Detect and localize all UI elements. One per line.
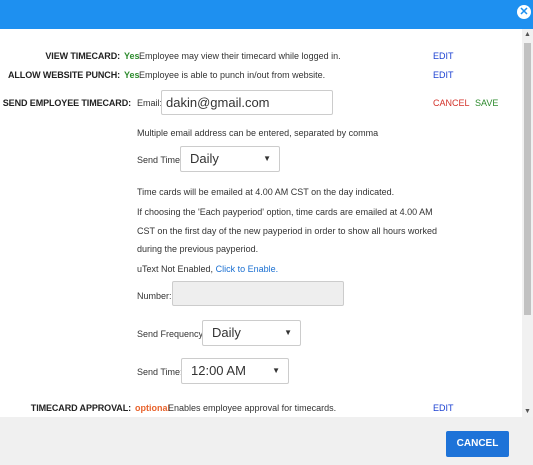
chevron-down-icon: ▼ bbox=[263, 154, 271, 163]
info-line-4: during the previous payperiod. bbox=[137, 244, 259, 254]
view-timecard-edit-link[interactable]: EDIT bbox=[433, 51, 454, 61]
send-time-label: Send Time: bbox=[137, 155, 183, 165]
view-timecard-label: VIEW TIMECARD: bbox=[45, 51, 120, 61]
modal-body: VIEW TIMECARD: Yes Employee may view the… bbox=[0, 29, 522, 417]
send-time-select-value: Daily bbox=[190, 151, 219, 166]
utext-status-text: uText Not Enabled, bbox=[137, 264, 214, 274]
scroll-down-arrow-icon[interactable]: ▼ bbox=[522, 406, 533, 417]
timecard-approval-label: TIMECARD APPROVAL: bbox=[30, 403, 131, 413]
send-time-2-select-value: 12:00 AM bbox=[191, 363, 246, 378]
allow-website-punch-edit-link[interactable]: EDIT bbox=[433, 70, 454, 80]
send-time-2-select[interactable]: 12:00 AM ▼ bbox=[181, 358, 289, 384]
send-time-select[interactable]: Daily ▼ bbox=[180, 146, 280, 172]
info-line-1: Time cards will be emailed at 4.00 AM CS… bbox=[137, 187, 395, 197]
email-label: Email: bbox=[137, 98, 163, 108]
scroll-thumb[interactable] bbox=[524, 43, 531, 315]
allow-website-punch-description: Employee is able to punch in/out from we… bbox=[139, 70, 326, 80]
utext-enable-link[interactable]: Click to Enable. bbox=[216, 264, 279, 274]
send-employee-timecard-label: SEND EMPLOYEE TIMECARD: bbox=[2, 98, 131, 108]
cancel-button[interactable]: CANCEL bbox=[446, 431, 509, 457]
scroll-up-arrow-icon[interactable]: ▲ bbox=[522, 29, 533, 40]
timecard-approval-description: Enables employee approval for timecards. bbox=[168, 403, 337, 413]
view-timecard-status: Yes bbox=[124, 51, 140, 61]
send-frequency-label: Send Frequency: bbox=[137, 329, 206, 339]
email-hint: Multiple email address can be entered, s… bbox=[137, 128, 379, 138]
send-frequency-select[interactable]: Daily ▼ bbox=[202, 320, 301, 346]
info-line-3: CST on the first day of the new payperio… bbox=[137, 226, 437, 236]
view-timecard-description: Employee may view their timecard while l… bbox=[139, 51, 341, 61]
vertical-scrollbar[interactable]: ▲ ▼ bbox=[522, 29, 533, 417]
allow-website-punch-status: Yes bbox=[124, 70, 140, 80]
timecard-approval-edit-link[interactable]: EDIT bbox=[433, 403, 454, 413]
close-icon[interactable]: ✕ bbox=[517, 5, 531, 19]
send-frequency-select-value: Daily bbox=[212, 325, 241, 340]
number-input[interactable] bbox=[172, 281, 344, 306]
send-time-2-label: Send Time: bbox=[137, 367, 183, 377]
number-label: Number: bbox=[137, 291, 172, 301]
send-timecard-save-link[interactable]: SAVE bbox=[475, 98, 498, 108]
utext-status: uText Not Enabled, Click to Enable. bbox=[137, 264, 278, 274]
chevron-down-icon: ▼ bbox=[284, 328, 292, 337]
modal-footer: CANCEL bbox=[0, 417, 533, 465]
modal-header: ✕ bbox=[0, 0, 533, 29]
timecard-approval-status: optional bbox=[135, 403, 170, 413]
allow-website-punch-label: ALLOW WEBSITE PUNCH: bbox=[8, 70, 120, 80]
info-line-2: If choosing the 'Each payperiod' option,… bbox=[137, 207, 433, 217]
send-timecard-cancel-link[interactable]: CANCEL bbox=[433, 98, 470, 108]
email-input[interactable]: dakin@gmail.com bbox=[161, 90, 333, 115]
chevron-down-icon: ▼ bbox=[272, 366, 280, 375]
